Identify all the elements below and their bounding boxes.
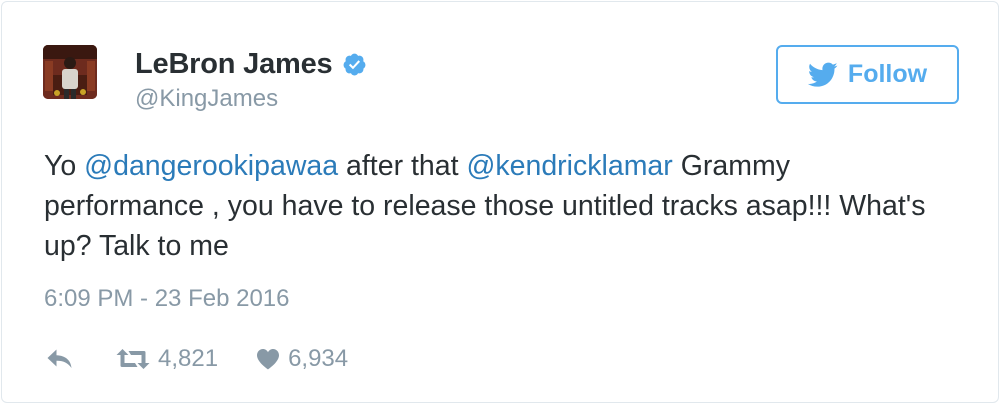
follow-button-label: Follow (847, 60, 928, 88)
user-handle[interactable]: @KingJames (135, 85, 278, 113)
avatar[interactable] (43, 45, 97, 99)
verified-badge-icon (342, 52, 367, 77)
reply-button[interactable] (46, 348, 74, 370)
reply-arrow-icon (46, 348, 74, 370)
retweet-icon (116, 348, 150, 370)
avatar-image (43, 45, 97, 99)
mention-link[interactable]: @kendricklamar (466, 150, 672, 182)
tweet-text-segment: after that (338, 150, 467, 182)
like-count: 6,934 (288, 345, 349, 372)
tweet-card: LeBron James @KingJames Follow Yo @dange… (1, 1, 999, 403)
retweet-button[interactable]: 4,821 (116, 345, 218, 373)
retweet-count: 4,821 (158, 345, 219, 372)
follow-button[interactable]: Follow (776, 45, 959, 104)
twitter-bird-icon (807, 62, 838, 88)
like-button[interactable]: 6,934 (256, 345, 348, 373)
tweet-actions: 4,821 6,934 (46, 342, 348, 376)
tweet-text: Yo @dangerookipawaa after that @kendrick… (44, 146, 944, 266)
name-row: LeBron James (135, 44, 367, 84)
mention-link[interactable]: @dangerookipawaa (84, 150, 338, 182)
tweet-text-segment: Yo (44, 150, 85, 182)
heart-icon (256, 348, 280, 370)
tweet-timestamp[interactable]: 6:09 PM - 23 Feb 2016 (44, 285, 289, 313)
display-name[interactable]: LeBron James (135, 48, 333, 81)
